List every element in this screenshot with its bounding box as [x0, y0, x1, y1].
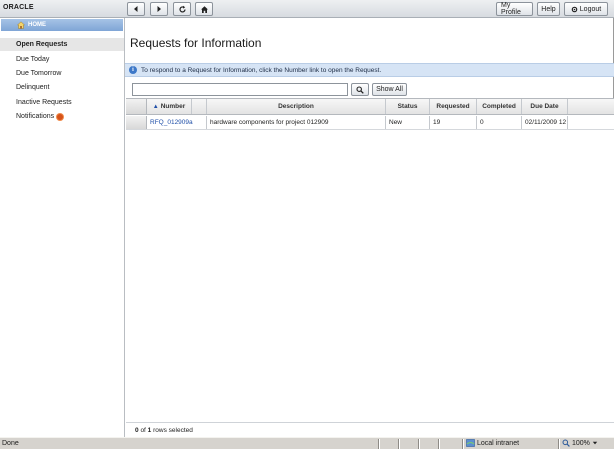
- application-window: ORACLE My Profile Help Logout HOME Open …: [0, 0, 614, 437]
- refresh-button[interactable]: [173, 2, 191, 16]
- column-header-label: Number: [160, 103, 186, 110]
- request-completed-count: 0: [477, 116, 522, 129]
- sidebar-item-open-requests[interactable]: Open Requests: [0, 38, 124, 51]
- request-number-link[interactable]: RFQ_012909a: [147, 116, 207, 129]
- sort-ascending-icon: ▲: [152, 103, 159, 110]
- top-header: ORACLE My Profile Help Logout: [0, 0, 614, 18]
- security-zone-label: Local intranet: [477, 439, 520, 447]
- logout-button[interactable]: Logout: [564, 2, 608, 16]
- total-count: 1: [147, 427, 152, 434]
- info-message-bar: i To respond to a Request for Informatio…: [125, 63, 614, 77]
- sidebar-item-label: Open Requests: [16, 41, 68, 48]
- search-button[interactable]: [351, 83, 369, 96]
- column-header-number[interactable]: ▲ Number: [147, 99, 192, 114]
- rows-selected-suffix: rows selected: [153, 427, 193, 434]
- sidebar-item-due-today[interactable]: Due Today: [0, 53, 124, 66]
- logout-label: Logout: [579, 5, 602, 13]
- sidebar-item-label: Due Today: [16, 56, 50, 63]
- zoom-control[interactable]: 100%: [562, 439, 598, 447]
- gear-icon: [571, 6, 578, 12]
- selected-count: 0: [135, 427, 139, 434]
- column-header-description[interactable]: Description: [207, 99, 386, 114]
- sidebar-item-due-tomorrow[interactable]: Due Tomorrow: [0, 67, 124, 80]
- info-icon: i: [129, 66, 137, 74]
- column-header-completed[interactable]: Completed: [477, 99, 522, 114]
- sidebar-item-label: Delinquent: [16, 84, 50, 91]
- show-all-button[interactable]: Show All: [372, 83, 407, 96]
- sidebar-item-label: Inactive Requests: [16, 99, 72, 106]
- requests-table: ▲ Number Description Status Requested Co…: [126, 98, 614, 422]
- zoom-icon: [562, 439, 570, 447]
- table-row[interactable]: RFQ_012909a hardware components for proj…: [126, 116, 614, 130]
- notification-alert-icon: [57, 113, 64, 120]
- home-icon: [17, 21, 25, 29]
- status-separator: [438, 439, 440, 449]
- sidebar-item-label: Notifications: [16, 113, 55, 120]
- home-icon: [200, 5, 208, 13]
- security-zone[interactable]: Local intranet: [466, 439, 519, 447]
- back-button[interactable]: [127, 2, 145, 16]
- help-button[interactable]: Help: [537, 2, 560, 16]
- sidebar: HOME Open Requests Due Today Due Tomorro…: [0, 18, 125, 437]
- request-requested-count: 19: [430, 116, 477, 129]
- home-label: HOME: [28, 22, 46, 28]
- refresh-icon: [178, 5, 186, 13]
- search-input[interactable]: [132, 83, 348, 96]
- status-text: Done: [2, 440, 19, 447]
- column-header-requested[interactable]: Requested: [430, 99, 477, 114]
- column-spacer: [192, 99, 207, 114]
- page-title: Requests for Information: [130, 36, 262, 50]
- sidebar-item-inactive-requests[interactable]: Inactive Requests: [0, 96, 124, 109]
- table-footer: [126, 422, 614, 437]
- column-header-status[interactable]: Status: [386, 99, 430, 114]
- oracle-logo: ORACLE: [3, 4, 34, 11]
- row-select-header[interactable]: [126, 99, 147, 114]
- zoom-level: 100%: [572, 439, 590, 447]
- rows-selected-status: 0 of 1 rows selected: [135, 427, 193, 434]
- status-separator: [558, 439, 560, 449]
- status-separator: [462, 439, 464, 449]
- arrow-right-icon: [157, 6, 161, 12]
- sidebar-item-label: Due Tomorrow: [16, 70, 62, 77]
- column-header-due-date[interactable]: Due Date: [522, 99, 568, 114]
- status-separator: [398, 439, 400, 449]
- row-select-cell[interactable]: [126, 116, 147, 129]
- table-header: ▲ Number Description Status Requested Co…: [126, 99, 614, 115]
- status-separator: [418, 439, 420, 449]
- request-status: New: [386, 116, 430, 129]
- sidebar-home[interactable]: HOME: [1, 19, 123, 31]
- sidebar-item-notifications[interactable]: Notifications: [0, 110, 124, 123]
- chevron-down-icon: [592, 441, 598, 445]
- home-button[interactable]: [195, 2, 213, 16]
- arrow-left-icon: [134, 6, 138, 12]
- search-icon: [356, 85, 364, 94]
- browser-status-bar: Done Local intranet 100%: [0, 437, 614, 449]
- of-text: of: [140, 427, 146, 434]
- request-description: hardware components for project 012909: [207, 116, 386, 129]
- intranet-globe-icon: [466, 439, 475, 447]
- forward-button[interactable]: [150, 2, 168, 16]
- status-separator: [378, 439, 380, 449]
- request-due-date: 02/11/2009 12: [522, 116, 568, 129]
- info-message: To respond to a Request for Information,…: [141, 66, 382, 74]
- my-profile-button[interactable]: My Profile: [496, 2, 533, 16]
- sidebar-item-delinquent[interactable]: Delinquent: [0, 81, 124, 94]
